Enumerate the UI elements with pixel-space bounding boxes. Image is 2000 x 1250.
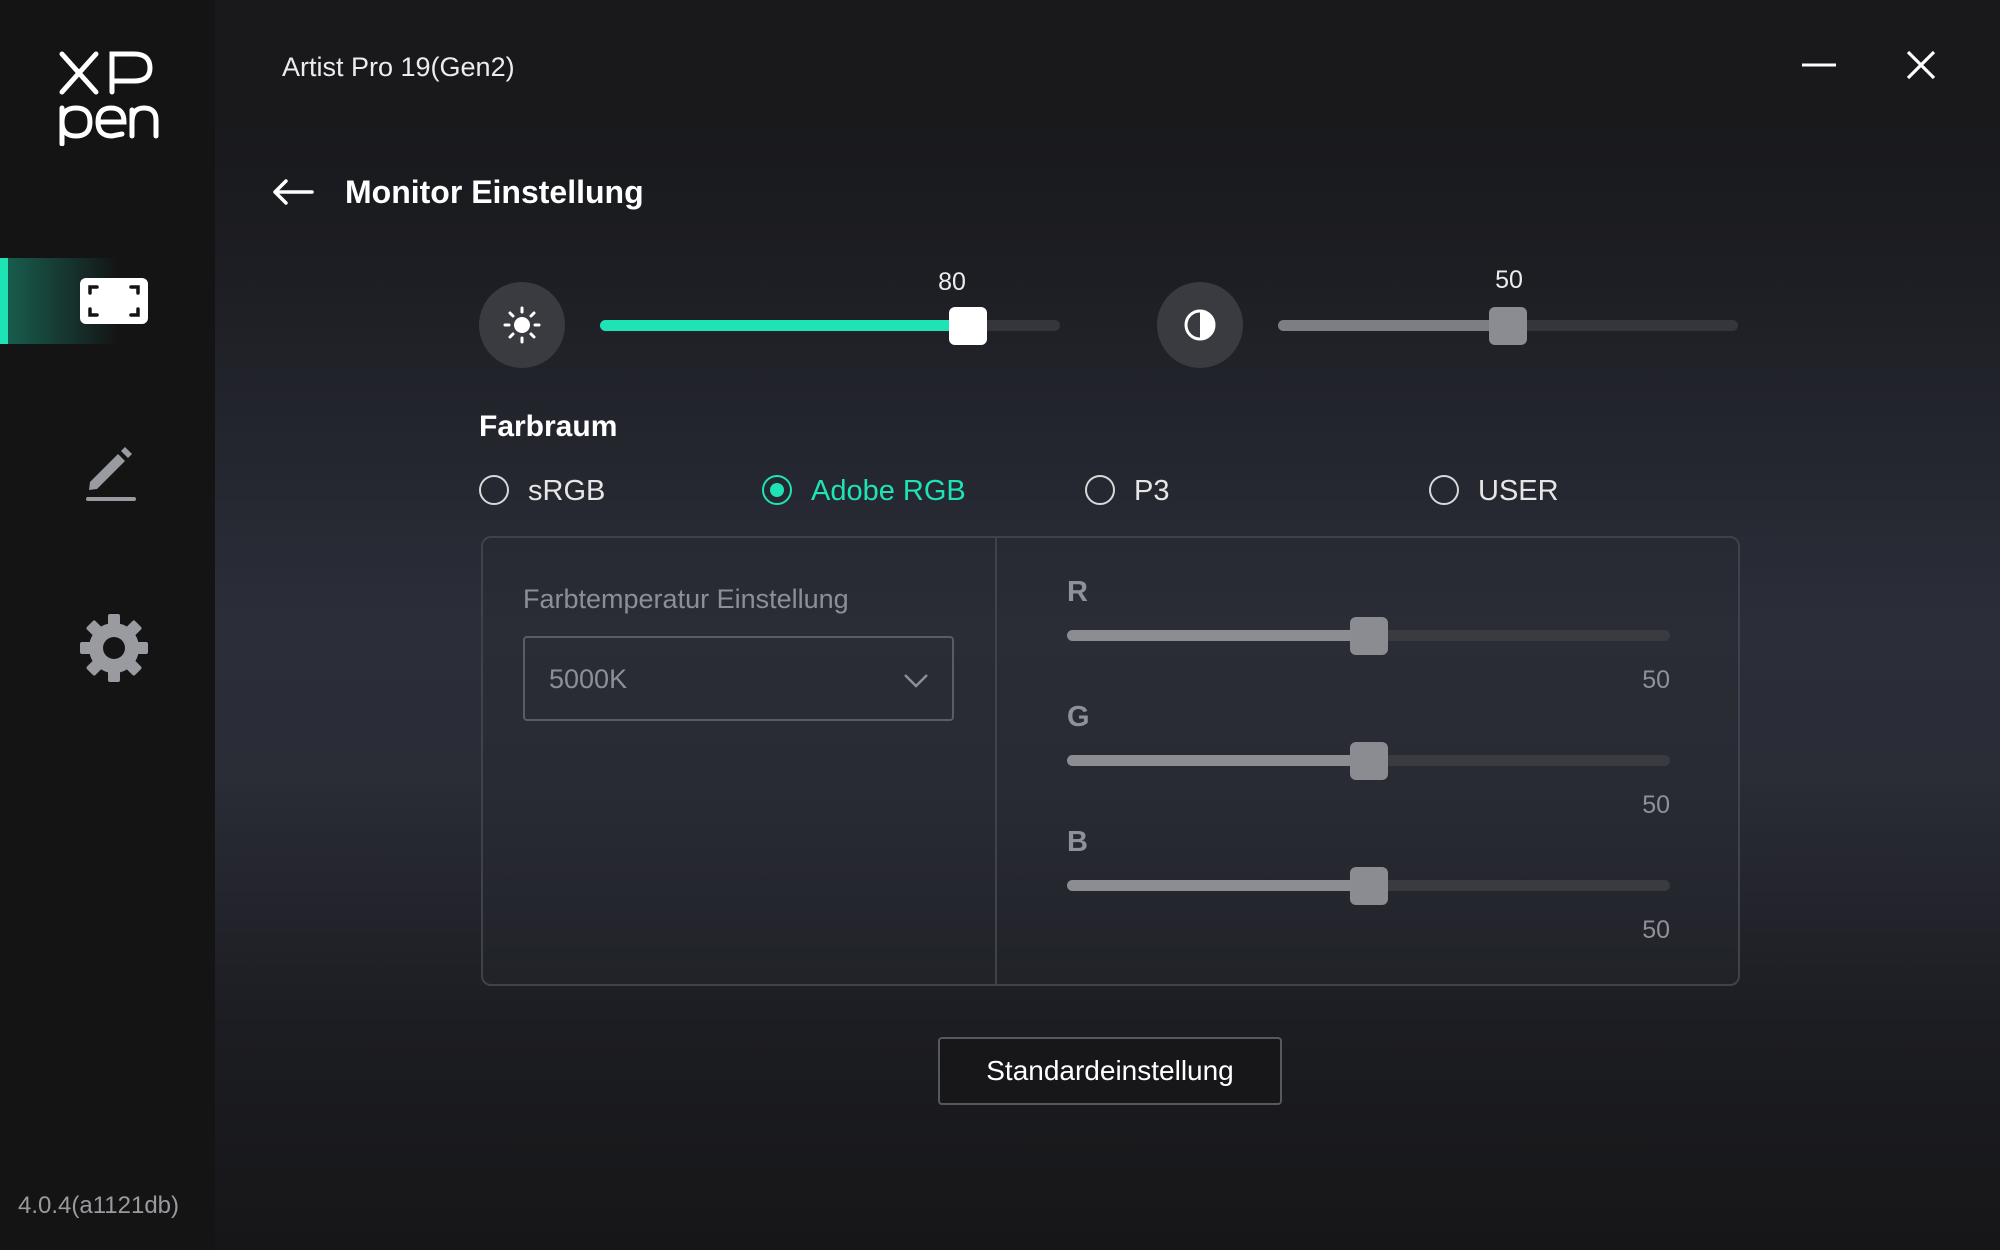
dropdown-value: 5000K bbox=[549, 664, 628, 694]
radio-circle-selected bbox=[762, 475, 792, 505]
pen-icon bbox=[86, 447, 136, 501]
b-slider-fill bbox=[1067, 880, 1369, 891]
brightness-icon bbox=[503, 306, 541, 344]
b-label: B bbox=[1067, 826, 1088, 858]
gear-icon bbox=[80, 614, 148, 682]
r-slider-thumb[interactable] bbox=[1349, 617, 1388, 655]
color-temperature-dropdown[interactable]: 5000K bbox=[523, 636, 954, 721]
radio-circle bbox=[1429, 475, 1459, 505]
colorspace-label: Farbraum bbox=[479, 410, 618, 443]
active-indicator bbox=[0, 258, 8, 344]
g-label: G bbox=[1067, 701, 1090, 733]
g-value: 50 bbox=[1642, 791, 1670, 819]
r-label: R bbox=[1067, 576, 1088, 608]
contrast-icon bbox=[1184, 309, 1216, 341]
g-slider-fill bbox=[1067, 755, 1369, 766]
radio-circle bbox=[1085, 475, 1115, 505]
contrast-value: 50 bbox=[1495, 266, 1523, 294]
b-value: 50 bbox=[1642, 916, 1670, 944]
g-slider[interactable] bbox=[1067, 742, 1670, 780]
sidebar-item-monitor[interactable] bbox=[0, 258, 215, 344]
sidebar-item-pen[interactable] bbox=[0, 430, 215, 516]
brightness-value: 80 bbox=[938, 268, 966, 296]
brightness-slider[interactable] bbox=[600, 307, 1060, 345]
contrast-slider-fill bbox=[1278, 320, 1508, 331]
b-slider[interactable] bbox=[1067, 867, 1670, 905]
panel-divider bbox=[995, 538, 997, 984]
contrast-button[interactable] bbox=[1157, 282, 1243, 368]
default-settings-button[interactable]: Standardeinstellung bbox=[938, 1037, 1282, 1105]
minimize-button[interactable] bbox=[1794, 40, 1844, 90]
g-slider-thumb[interactable] bbox=[1349, 742, 1388, 780]
chevron-down-icon bbox=[904, 674, 928, 688]
r-slider-fill bbox=[1067, 630, 1369, 641]
close-button[interactable] bbox=[1896, 40, 1946, 90]
app-version: 4.0.4(a1121db) bbox=[18, 1192, 180, 1219]
radio-label: USER bbox=[1478, 475, 1559, 507]
r-slider[interactable] bbox=[1067, 617, 1670, 655]
window-title: Artist Pro 19(Gen2) bbox=[282, 52, 515, 82]
brightness-slider-thumb[interactable] bbox=[949, 307, 987, 345]
r-value: 50 bbox=[1642, 666, 1670, 694]
xppen-logo bbox=[56, 48, 161, 146]
color-temperature-label: Farbtemperatur Einstellung bbox=[523, 584, 849, 614]
minimize-icon bbox=[1802, 63, 1836, 67]
close-icon bbox=[1906, 50, 1936, 80]
radio-label: P3 bbox=[1134, 475, 1170, 507]
contrast-slider-thumb[interactable] bbox=[1489, 307, 1527, 345]
b-slider-thumb[interactable] bbox=[1349, 867, 1388, 905]
radio-label: sRGB bbox=[528, 475, 606, 507]
sidebar: 4.0.4(a1121db) bbox=[0, 0, 215, 1250]
page-title: Monitor Einstellung bbox=[345, 174, 644, 210]
sidebar-item-settings[interactable] bbox=[0, 604, 215, 690]
back-arrow-icon[interactable] bbox=[270, 172, 316, 212]
title-bar[interactable]: Artist Pro 19(Gen2) bbox=[215, 0, 2000, 128]
monitor-frame-icon bbox=[80, 278, 148, 324]
brightness-slider-fill bbox=[600, 320, 968, 331]
brightness-button[interactable] bbox=[479, 282, 565, 368]
radio-circle bbox=[479, 475, 509, 505]
radio-label: Adobe RGB bbox=[811, 475, 966, 507]
contrast-slider[interactable] bbox=[1278, 307, 1738, 345]
